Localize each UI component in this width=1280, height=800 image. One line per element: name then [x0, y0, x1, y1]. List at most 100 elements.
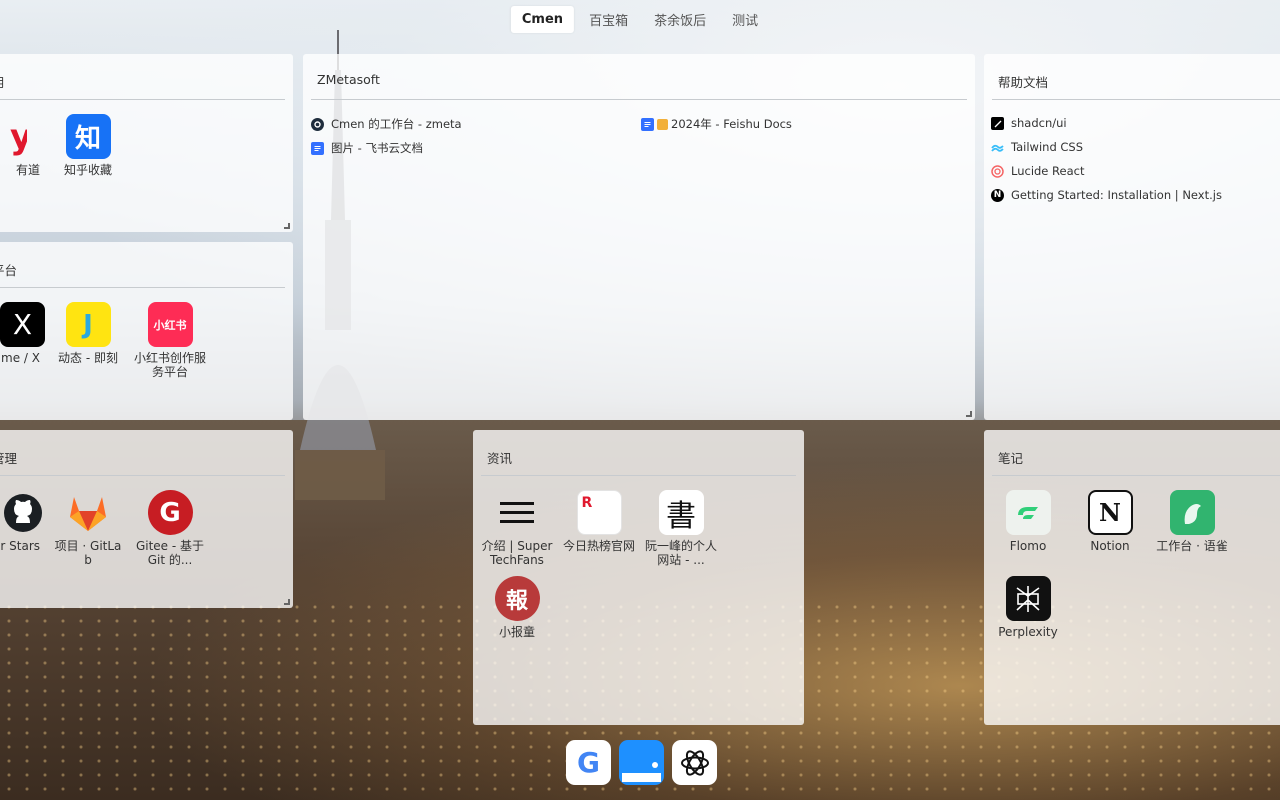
app-label: Gitee - 基于 Git 的...: [135, 539, 205, 567]
app-xiaobaotong[interactable]: 報 小报童: [481, 576, 553, 639]
app-ruanyifeng[interactable]: 書 阮一峰的个人网站 - ...: [645, 490, 717, 567]
openai-icon: [680, 749, 709, 776]
card-title: 平台: [0, 263, 18, 278]
tailwind-icon: [991, 141, 1004, 154]
app-label: Flomo: [1009, 539, 1047, 553]
card-left-bottom: 管理 r Stars 项目 · GitLab G Gitee - 基于 Git …: [0, 430, 293, 608]
top-tab-bar: Cmen 百宝箱 茶余饭后 测试: [510, 4, 769, 35]
app-jike[interactable]: J 动态 - 即刻: [52, 302, 124, 365]
app-label: 项目 · GitLab: [54, 539, 122, 567]
tab-baibaoxiang[interactable]: 百宝箱: [578, 4, 639, 35]
app-x[interactable]: X me / X: [0, 302, 45, 365]
card-divider: [992, 99, 1280, 100]
app-label: 阮一峰的个人网站 - ...: [645, 539, 718, 567]
resize-handle[interactable]: [284, 599, 290, 605]
tab-ceshi[interactable]: 测试: [721, 4, 769, 35]
nextjs-icon: N: [991, 188, 1004, 202]
app-yuque[interactable]: 工作台 · 语雀: [1156, 490, 1228, 553]
link-lucide[interactable]: Lucide React: [991, 164, 1084, 178]
card-help-docs: 帮助文档 shadcn/ui Tailwind CSS Lucide React…: [984, 54, 1280, 420]
bottom-dock: G: [566, 740, 717, 785]
link-tailwind[interactable]: Tailwind CSS: [991, 140, 1083, 154]
card-divider: [481, 475, 796, 476]
link-zmeta-workbench[interactable]: Cmen 的工作台 - zmeta: [311, 116, 462, 132]
card-left-mid: 平台 X me / X J 动态 - 即刻 小红书 小红书创作服务平台: [0, 242, 293, 420]
zmeta-icon: [311, 117, 324, 131]
link-label: 图片 - 飞书云文档: [331, 141, 423, 155]
card-title: 用: [0, 72, 5, 91]
ruanyifeng-icon: 書: [658, 490, 704, 535]
app-github[interactable]: r Stars: [0, 490, 42, 553]
card-divider: [0, 99, 285, 100]
card-notes: 笔记 Flomo N Notion 工作台 · 语雀 Perplexity: [984, 430, 1280, 725]
xiaohongshu-glyph: 小红书: [153, 318, 187, 332]
xiaobaotong-icon: 報: [494, 576, 540, 621]
app-tophub[interactable]: R 今日热榜官网: [563, 490, 635, 553]
link-label: Lucide React: [1011, 164, 1085, 178]
menu-lines-icon: [495, 490, 540, 535]
card-zmetasoft: ZMetasoft Cmen 的工作台 - zmeta 图片 - 飞书云文档 2…: [303, 54, 975, 420]
app-label: me / X: [1, 351, 40, 365]
app-label: 动态 - 即刻: [58, 351, 118, 365]
app-notion[interactable]: N Notion: [1074, 490, 1146, 553]
dock-chat-app[interactable]: [619, 740, 664, 785]
app-label: 有道: [15, 163, 40, 177]
resize-handle[interactable]: [966, 411, 972, 417]
card-title: ZMetasoft: [317, 72, 380, 87]
app-gitee[interactable]: G Gitee - 基于 Git 的...: [134, 490, 206, 567]
zhihu-icon: 知: [65, 114, 111, 159]
card-title: 帮助文档: [998, 75, 1049, 90]
perplexity-icon: [1005, 576, 1051, 621]
app-xiaohongshu[interactable]: 小红书 小红书创作服务平台: [134, 302, 206, 379]
card-divider: [992, 475, 1280, 476]
ruanyifeng-glyph: 書: [666, 498, 696, 534]
link-shadcn[interactable]: shadcn/ui: [991, 116, 1067, 130]
svg-text:y: y: [10, 117, 27, 157]
gitlab-icon: [66, 490, 111, 535]
card-title: 资讯: [487, 451, 513, 466]
link-label: shadcn/ui: [1011, 116, 1067, 130]
gitee-icon: G: [147, 490, 193, 535]
flomo-icon: [1005, 490, 1051, 535]
tophub-icon: R: [576, 490, 622, 535]
chat-app-icon: [622, 743, 661, 782]
card-title: 笔记: [998, 451, 1024, 466]
card-left-top: 用 y 有道 知 知乎收藏: [0, 54, 293, 232]
link-label: Cmen 的工作台 - zmeta: [331, 117, 462, 131]
yuque-icon: [1169, 490, 1215, 535]
link-feishu-2024[interactable]: 2024年 - Feishu Docs: [641, 116, 792, 132]
card-divider: [311, 99, 967, 100]
dock-google[interactable]: G: [566, 740, 611, 785]
app-flomo[interactable]: Flomo: [992, 490, 1064, 553]
link-feishu-images[interactable]: 图片 - 飞书云文档: [311, 140, 423, 156]
x-icon: X: [0, 302, 45, 347]
x-glyph: X: [12, 308, 33, 341]
app-label: Perplexity: [998, 625, 1058, 639]
gitee-glyph: G: [159, 497, 181, 528]
tab-chayufanhou[interactable]: 茶余饭后: [643, 4, 717, 35]
app-supertechfans[interactable]: 介绍 | SuperTechFans: [481, 490, 553, 567]
app-label: 知乎收藏: [63, 163, 112, 177]
resize-handle[interactable]: [284, 223, 290, 229]
tab-cmen[interactable]: Cmen: [510, 6, 575, 33]
card-news: 资讯 介绍 | SuperTechFans R 今日热榜官网 書 阮一峰的个人网…: [473, 430, 804, 725]
youdao-icon: y: [0, 114, 27, 159]
link-label: Tailwind CSS: [1011, 140, 1084, 154]
shadcn-icon: [991, 116, 1004, 130]
dock-openai[interactable]: [672, 740, 717, 785]
app-label: 介绍 | SuperTechFans: [481, 539, 553, 567]
link-label: 2024年 - Feishu Docs: [671, 117, 792, 131]
card-divider: [0, 475, 285, 476]
emoji-icon: [657, 118, 668, 130]
app-gitlab[interactable]: 项目 · GitLab: [52, 490, 124, 567]
app-zhihu[interactable]: 知 知乎收藏: [52, 114, 124, 177]
app-label: 小红书创作服务平台: [134, 351, 207, 379]
google-icon: G: [577, 746, 600, 779]
card-title: 管理: [0, 451, 18, 466]
link-nextjs[interactable]: N Getting Started: Installation | Next.j…: [991, 188, 1222, 202]
app-label: 工作台 · 语雀: [1156, 539, 1228, 553]
card-divider: [0, 287, 285, 288]
zhihu-glyph: 知: [74, 124, 101, 154]
app-youdao[interactable]: y 有道: [0, 114, 41, 177]
app-perplexity[interactable]: Perplexity: [992, 576, 1064, 639]
